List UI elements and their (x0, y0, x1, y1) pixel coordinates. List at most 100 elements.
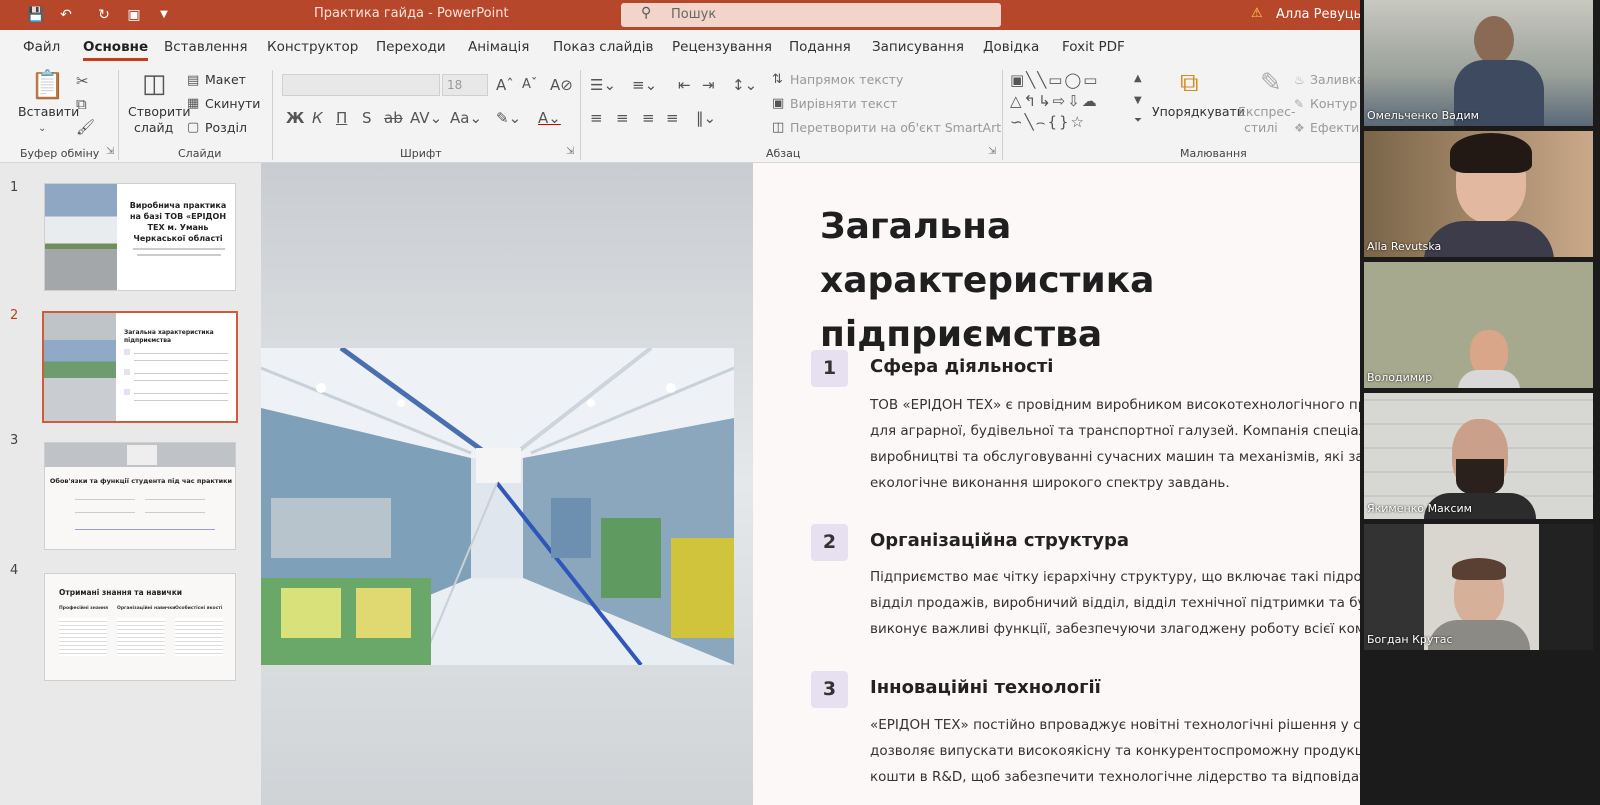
participant-tile[interactable]: Омельченко Вадим (1364, 0, 1593, 126)
paste-icon[interactable]: 📋 (30, 70, 65, 100)
new-slide-icon[interactable]: ◫ (142, 70, 167, 98)
char-spacing-icon[interactable]: AV⌄ (410, 109, 442, 127)
tab-design[interactable]: Конструктор (267, 39, 358, 55)
fill-icon: ♨ (1294, 73, 1305, 87)
tab-slideshow[interactable]: Показ слайдів (553, 39, 653, 55)
layout-button[interactable]: Макет (205, 72, 246, 87)
change-case-icon[interactable]: Aa⌄ (450, 109, 482, 127)
highlight-icon[interactable]: ✎⌄ (496, 109, 521, 127)
tab-record[interactable]: Записування (872, 39, 964, 55)
fill-button[interactable]: Заливка (1310, 72, 1364, 87)
section-number-badge: 2 (811, 524, 848, 561)
arrange-icon[interactable]: ⧉ (1180, 68, 1199, 98)
font-color-icon[interactable]: A⌄ (538, 109, 561, 127)
section-body-line: виробництві та обслуговуванні сучасних м… (870, 449, 1388, 465)
outline-button[interactable]: Контур (1310, 96, 1357, 111)
section-body[interactable]: Підприємство має чітку ієрархічну структ… (870, 564, 1391, 642)
undo-icon[interactable]: ↶ (56, 5, 76, 25)
slide-thumbnails-pane: 1 Виробнича практика на базі ТОВ «ЕРІДОН… (0, 163, 261, 805)
increase-font-icon[interactable]: Aˆ (496, 76, 514, 94)
text-direction-button[interactable]: Напрямок тексту (790, 72, 903, 87)
font-size-select[interactable]: 18 (442, 74, 488, 96)
factory-photo[interactable] (261, 348, 734, 665)
italic-button[interactable]: К (312, 109, 323, 127)
align-left-icon[interactable]: ≡ (590, 109, 603, 127)
arrange-button[interactable]: Упорядкувати (1152, 104, 1245, 119)
underline-button[interactable]: П (336, 109, 347, 127)
search-input[interactable]: ⚲ Пошук (621, 3, 1001, 27)
smartart-button[interactable]: Перетворити на об'єкт SmartArt (790, 120, 1001, 135)
section-heading[interactable]: Сфера діяльності (870, 356, 1053, 377)
section-heading[interactable]: Інноваційні технології (870, 677, 1101, 698)
tab-home[interactable]: Основне (83, 39, 149, 61)
thumbnail-number: 4 (10, 563, 19, 578)
customize-qat-icon[interactable]: ▼ (154, 5, 174, 25)
slide-title[interactable]: Загальна характеристика підприємства (820, 200, 1340, 362)
tab-insert[interactable]: Вставлення (164, 39, 248, 55)
increase-indent-icon[interactable]: ⇥ (702, 76, 715, 94)
participant-tile[interactable]: Володимир (1364, 262, 1593, 388)
save-icon[interactable]: 💾 (26, 5, 46, 25)
align-text-button[interactable]: Вирівняти текст (790, 96, 897, 111)
cut-icon[interactable]: ✂ (76, 72, 89, 90)
warning-icon[interactable]: ⚠ (1251, 6, 1263, 21)
copy-icon[interactable]: ⧉ (76, 95, 87, 113)
tab-file[interactable]: Файл (23, 39, 60, 55)
paste-button[interactable]: Вставити (18, 104, 79, 119)
participant-tile[interactable]: Alla Revutska (1364, 131, 1593, 257)
font-name-select[interactable] (282, 74, 440, 96)
justify-icon[interactable]: ≡ (666, 109, 679, 127)
quick-styles-label[interactable]: стилі (1244, 120, 1278, 135)
bold-button[interactable]: Ж (286, 109, 304, 127)
tab-transitions[interactable]: Переходи (376, 39, 446, 55)
participant-tile[interactable]: Якименко Максим (1364, 393, 1593, 519)
effects-button[interactable]: Ефекти (1310, 120, 1359, 135)
paragraph-group-label: Абзац (766, 147, 801, 160)
paste-dropdown-icon[interactable]: ⌄ (38, 120, 46, 138)
present-icon[interactable]: ▣ (124, 5, 144, 25)
slide-thumbnail-1[interactable]: Виробнича практика на базі ТОВ «ЕРІДОН Т… (44, 183, 236, 291)
clear-format-icon[interactable]: A⊘ (550, 76, 573, 94)
section-heading[interactable]: Організаційна структура (870, 530, 1129, 551)
quick-styles-icon[interactable]: ✎ (1260, 68, 1282, 98)
search-icon: ⚲ (641, 5, 652, 21)
tab-foxit-pdf[interactable]: Foxit PDF (1062, 39, 1125, 55)
clipboard-launcher-icon[interactable]: ⇲ (106, 146, 114, 157)
strike-icon[interactable]: ab (384, 109, 403, 127)
gallery-more-icon[interactable]: ⏷ (1134, 112, 1142, 130)
paragraph-launcher-icon[interactable]: ⇲ (988, 146, 996, 157)
decrease-indent-icon[interactable]: ⇤ (678, 76, 691, 94)
new-slide-label[interactable]: слайд (134, 120, 173, 135)
gallery-down-icon[interactable]: ▼ (1134, 92, 1142, 110)
align-center-icon[interactable]: ≡ (616, 109, 629, 127)
numbering-icon[interactable]: ≡⌄ (632, 76, 657, 94)
format-painter-icon[interactable]: 🖌 (76, 118, 95, 136)
line-spacing-icon[interactable]: ↕⌄ (732, 76, 757, 94)
redo-icon[interactable]: ↻ (94, 5, 114, 25)
slide-thumbnail-3[interactable]: Обов'язки та функції студента під час пр… (44, 442, 236, 550)
slide-thumbnail-4[interactable]: Отримані знання та навички Професійні зн… (44, 573, 236, 681)
slide-thumbnail-2[interactable]: Загальна характеристика підприємства (42, 311, 238, 423)
title-bar: 💾 ↶ ↻ ▣ ▼ Практика гайда - PowerPoint ⚲ … (0, 0, 1377, 30)
columns-icon[interactable]: ‖⌄ (696, 109, 716, 127)
decrease-font-icon[interactable]: Aˇ (522, 76, 537, 94)
tab-view[interactable]: Подання (789, 39, 851, 55)
thumbnail-text (175, 618, 223, 656)
shapes-gallery[interactable]: ▣╲╲▭◯▭ △↰↳⇨⇩☁ ∽╲⌢{}☆ (1010, 70, 1140, 134)
thumbnail-text (137, 254, 221, 256)
bullets-icon[interactable]: ☰⌄ (590, 76, 616, 94)
reset-button[interactable]: Скинути (205, 96, 260, 111)
align-right-icon[interactable]: ≡ (642, 109, 655, 127)
new-slide-button[interactable]: Створити (128, 104, 191, 119)
gallery-up-icon[interactable]: ▲ (1134, 70, 1142, 88)
section-body[interactable]: ТОВ «ЕРІДОН ТЕХ» є провідним виробником … (870, 392, 1394, 496)
font-launcher-icon[interactable]: ⇲ (566, 146, 574, 157)
participant-tile[interactable]: Богдан Крутас (1364, 524, 1593, 650)
quick-styles-button[interactable]: Експрес- (1238, 104, 1296, 119)
thumbnail-text (133, 248, 225, 250)
tab-help[interactable]: Довідка (983, 39, 1039, 55)
tab-review[interactable]: Рецензування (672, 39, 772, 55)
strikethrough-button[interactable]: S (362, 109, 372, 127)
tab-animations[interactable]: Анімація (468, 39, 529, 55)
section-button[interactable]: Розділ (205, 120, 247, 135)
